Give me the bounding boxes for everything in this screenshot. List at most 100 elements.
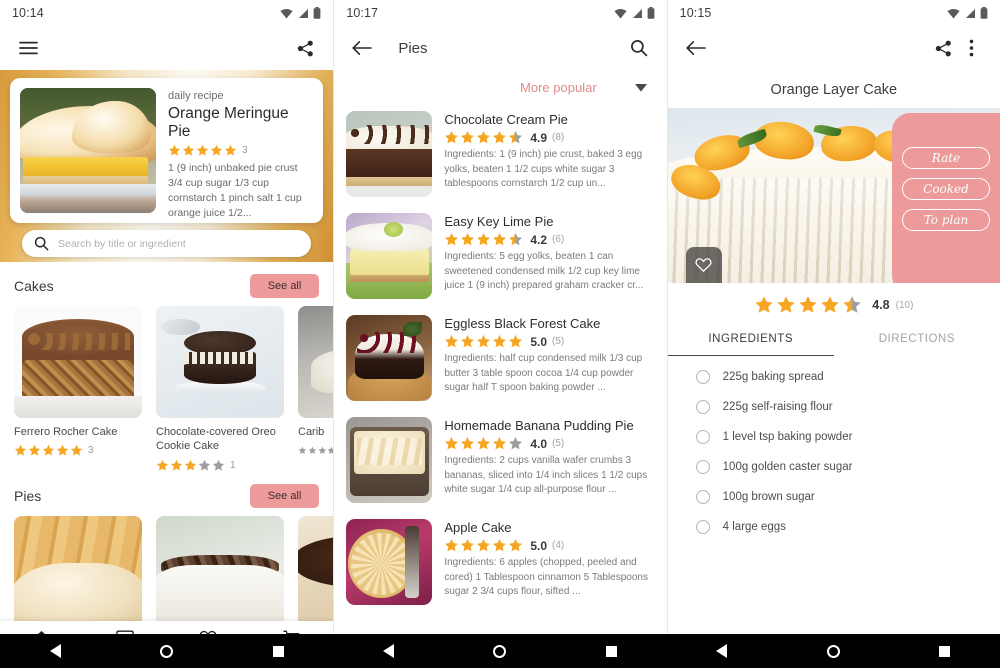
status-bar-home: 10:14 [0, 0, 334, 26]
favorite-button[interactable] [685, 247, 722, 283]
ingredient-checkbox[interactable] [695, 460, 710, 474]
more-vertical-icon[interactable] [958, 34, 986, 62]
recipe-thumbnail [14, 515, 142, 628]
back-arrow-icon[interactable] [682, 34, 710, 62]
ingredient-checkbox[interactable] [695, 520, 710, 534]
star-icon [509, 436, 523, 450]
star-icon [168, 144, 181, 156]
tab-ingredients[interactable]: INGREDIENTS [667, 325, 834, 356]
android-recents-button[interactable] [272, 645, 284, 657]
star-icon [843, 296, 861, 313]
ingredient-item[interactable]: 100g golden caster sugar [668, 452, 1000, 482]
recipe-thumbnail [346, 315, 433, 401]
ingredient-text: 100g golden caster sugar [722, 461, 853, 473]
recipe-card-ferrero[interactable]: Ferrero Rocher Cake 3 [14, 306, 142, 472]
back-arrow-icon[interactable] [348, 34, 376, 62]
rating-score: 5.0 [530, 334, 548, 349]
battery-icon [647, 7, 655, 19]
ingredient-checkbox[interactable] [695, 400, 710, 414]
share-icon[interactable] [930, 34, 958, 62]
android-home-button[interactable] [493, 644, 507, 658]
hamburger-menu-icon[interactable] [14, 34, 42, 62]
recipe-card-stars [298, 444, 334, 457]
cakes-row: Ferrero Rocher Cake 3 Chocolate-covered … [0, 302, 334, 472]
star-icon [56, 445, 69, 456]
recipe-card-stars: 1 [156, 459, 284, 472]
star-icon [42, 445, 55, 456]
list-item[interactable]: Easy Key Lime Pie 4.2 (6) Ingredients: 5 … [334, 205, 666, 307]
star-icon [28, 445, 41, 456]
ingredient-item[interactable]: 225g baking spread [668, 362, 1000, 392]
star-icon [182, 144, 195, 156]
status-bar-detail: 10:15 [667, 0, 1000, 26]
star-icon [477, 334, 491, 348]
daily-recipe-description: 1 (9 inch) unbaked pie crust 3/4 cup sug… [168, 162, 302, 219]
recipe-card-caribbean[interactable]: Carib [298, 306, 334, 472]
ingredient-text: 225g baking spread [722, 371, 824, 383]
star-icon [212, 459, 225, 471]
android-back-button[interactable] [716, 644, 728, 658]
home-app-bar [0, 26, 334, 70]
list-item[interactable]: Eggless Black Forest Cake 5.0 (5) Ingredi… [334, 307, 666, 409]
recipe-card-title: Carib [298, 426, 325, 438]
home-screen: 10:14 daily recipe Orange Meringue Pie 3… [0, 0, 334, 668]
to-plan-button[interactable]: To plan [901, 209, 990, 231]
share-icon[interactable] [291, 34, 319, 62]
list-item-description: Ingredients: 5 egg yolks, beaten 1 can s… [444, 251, 644, 291]
chevron-down-icon[interactable] [634, 83, 647, 92]
detail-content: Orange Layer Cake Rate Cooked To plan 4.… [667, 70, 1000, 668]
see-all-cakes-button[interactable]: See all [249, 274, 320, 298]
pie-card-3[interactable] [298, 515, 334, 628]
ingredient-text: 1 level tsp baking powder [722, 431, 853, 443]
rate-button[interactable]: Rate [901, 147, 990, 169]
recipe-rating: 4.8 (10) [668, 283, 1000, 325]
cooked-button[interactable]: Cooked [901, 178, 990, 200]
tab-directions[interactable]: DIRECTIONS [834, 325, 1000, 356]
android-home-button[interactable] [826, 644, 840, 658]
recipe-hero: Rate Cooked To plan [667, 108, 1000, 283]
ingredient-item[interactable]: 225g self-raising flour [668, 392, 1000, 422]
sort-label[interactable]: More popular [520, 80, 597, 95]
status-time: 10:15 [679, 6, 712, 20]
list-item-rating: 5.0 (5) [444, 334, 654, 349]
list-item-rating: 4.9 (8) [444, 130, 654, 145]
list-item-title: Chocolate Cream Pie [444, 112, 568, 127]
heart-outline-icon [695, 258, 712, 273]
star-icon [509, 538, 523, 552]
search-input[interactable]: Search by title or ingredient [22, 230, 312, 257]
star-icon [493, 538, 507, 552]
ingredient-text: 4 large eggs [722, 521, 786, 533]
star-icon [509, 334, 523, 348]
list-item[interactable]: Chocolate Cream Pie 4.9 (8) Ingredients: … [334, 103, 666, 205]
list-app-bar: Pies [334, 26, 667, 70]
android-back-button[interactable] [49, 644, 61, 658]
ingredient-checkbox[interactable] [695, 490, 710, 504]
android-recents-button[interactable] [605, 645, 617, 657]
star-icon [477, 436, 491, 450]
star-icon [445, 538, 459, 552]
pie-card-1[interactable] [14, 515, 142, 628]
daily-recipe-stars: 3 [168, 144, 313, 157]
rating-count: 3 [88, 445, 94, 457]
daily-recipe-card[interactable]: daily recipe Orange Meringue Pie 3 1 (9 … [10, 78, 324, 223]
android-back-button[interactable] [383, 644, 395, 658]
ingredient-item[interactable]: 1 level tsp baking powder [668, 422, 1000, 452]
android-recents-button[interactable] [939, 645, 951, 657]
see-all-pies-button[interactable]: See all [249, 483, 320, 508]
star-icon [196, 144, 209, 156]
rating-count: (10) [895, 299, 914, 311]
list-item[interactable]: Homemade Banana Pudding Pie 4.0 (5) Ingre… [334, 409, 666, 511]
ingredient-item[interactable]: 4 large eggs [668, 512, 1000, 542]
pie-card-2[interactable] [156, 515, 284, 628]
ingredient-checkbox[interactable] [695, 430, 710, 444]
search-icon[interactable] [625, 34, 653, 62]
ingredient-item[interactable]: 100g brown sugar [668, 482, 1000, 512]
sort-control[interactable]: More popular [334, 70, 666, 103]
star-icon [445, 436, 459, 450]
section-title-pies: Pies [14, 487, 42, 504]
recipe-card-oreo[interactable]: Chocolate-covered Oreo Cookie Cake 1 [156, 306, 284, 472]
android-home-button[interactable] [160, 644, 174, 658]
list-item[interactable]: Apple Cake 5.0 (4) Ingredients: 6 apples … [334, 511, 666, 613]
ingredient-checkbox[interactable] [695, 370, 710, 384]
star-icon [461, 232, 475, 246]
